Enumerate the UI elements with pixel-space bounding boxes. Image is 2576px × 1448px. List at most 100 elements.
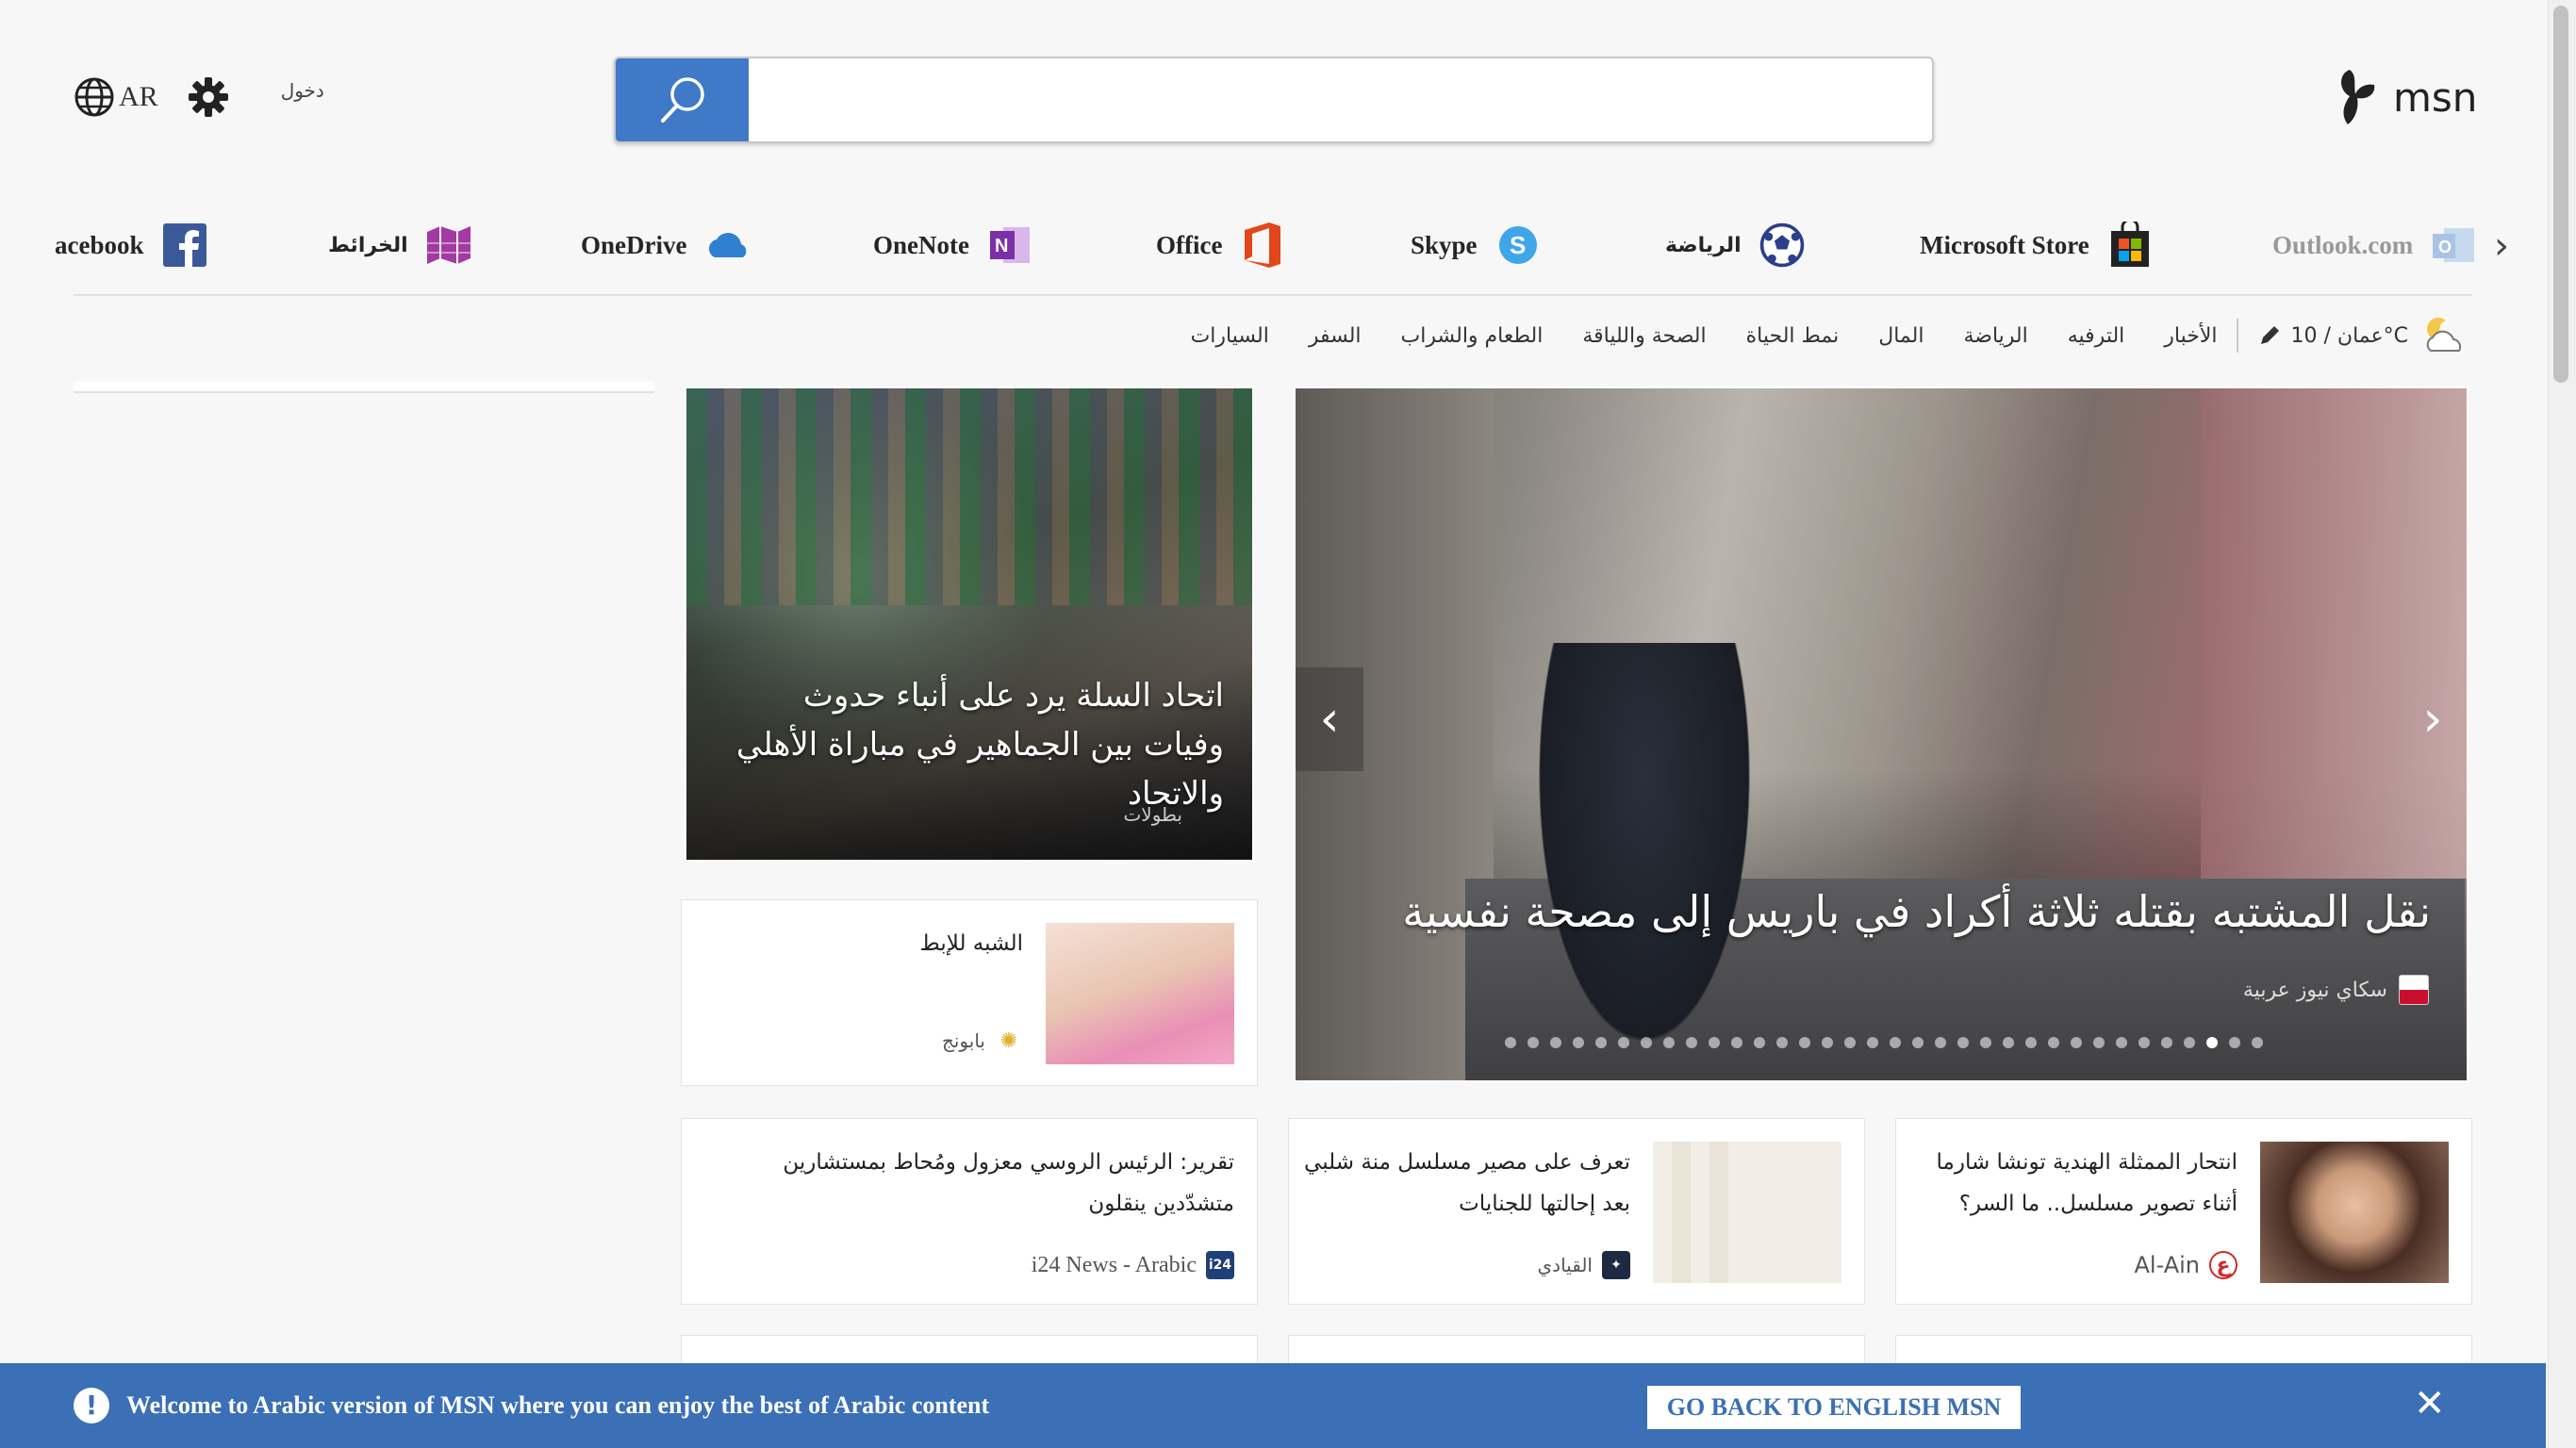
feature-card-basketball[interactable]: اتحاد السلة يرد على أنباء حدوث وفيات بين… <box>685 387 1254 862</box>
carousel-dot[interactable] <box>1844 1037 1856 1048</box>
nav-item-health[interactable]: الصحة واللياقة <box>1582 324 1706 348</box>
go-back-english-button[interactable]: GO BACK TO ENGLISH MSN <box>1647 1386 2021 1429</box>
alqiyadi-logo-icon: ✦ <box>1602 1251 1630 1279</box>
app-store-label: Microsoft Store <box>1920 230 2089 259</box>
carousel-dot[interactable] <box>2138 1037 2150 1048</box>
babonej-logo-icon: ✺ <box>995 1027 1023 1055</box>
weather-text: عمان / 10°C <box>2290 323 2408 348</box>
nav-item-lifestyle[interactable]: نمط الحياة <box>1746 324 1840 348</box>
carousel-next-button[interactable]: › <box>2399 667 2467 771</box>
nav-item-news[interactable]: الأخبار <box>2164 324 2217 348</box>
card-title[interactable]: تقرير: الرئيس الروسي معزول ومُحاط بمستشا… <box>704 1142 1234 1225</box>
carousel-dot[interactable] <box>2161 1037 2172 1048</box>
app-office[interactable]: Office <box>1156 212 1286 278</box>
carousel-dots <box>1505 1037 2263 1048</box>
carousel-dot[interactable] <box>2229 1037 2240 1048</box>
carousel-dot[interactable] <box>1890 1037 1901 1048</box>
carousel-dot[interactable] <box>1822 1037 1833 1048</box>
carousel-dot[interactable] <box>2071 1037 2082 1048</box>
carousel-dot[interactable] <box>1912 1037 1924 1048</box>
carousel-dot[interactable] <box>2252 1037 2263 1048</box>
carousel-dot[interactable] <box>1618 1037 1629 1048</box>
carousel-dot[interactable] <box>2184 1037 2195 1048</box>
carousel-dot[interactable] <box>1505 1037 1516 1048</box>
carousel-dot[interactable] <box>1663 1037 1675 1048</box>
carousel-dot[interactable] <box>1573 1037 1584 1048</box>
sidebar-placeholder <box>74 382 654 393</box>
carousel-dot[interactable] <box>1686 1037 1697 1048</box>
category-nav: عمان / 10°C الأخبار الترفيه الرياضة الما… <box>1151 317 2472 354</box>
carousel-dot[interactable] <box>1776 1037 1788 1048</box>
app-outlook[interactable]: Outlook.com O <box>2272 212 2477 278</box>
carousel-dot[interactable] <box>1527 1037 1539 1048</box>
card-source: ✺ بابونج <box>942 1027 1023 1055</box>
carousel-dot[interactable] <box>1709 1037 1720 1048</box>
news-card-russia[interactable]: تقرير: الرئيس الروسي معزول ومُحاط بمستشا… <box>681 1118 1258 1305</box>
search-input[interactable] <box>759 58 1917 141</box>
carousel-dot[interactable] <box>2003 1037 2014 1048</box>
signin-link[interactable]: دخول <box>281 79 324 102</box>
feature-source: بطولات <box>1123 803 1182 826</box>
news-card-mona[interactable]: تعرف على مصير مسلسل منة شلبي بعد إحالتها… <box>1288 1118 1865 1305</box>
carousel-dot[interactable] <box>2206 1037 2218 1048</box>
carousel-dot[interactable] <box>1754 1037 1765 1048</box>
app-facebook-label: acebook <box>55 230 144 259</box>
app-office-label: Office <box>1156 230 1223 259</box>
weather-widget[interactable]: عمان / 10°C <box>2257 317 2472 354</box>
scrollbar-thumb[interactable] <box>2553 6 2568 383</box>
nav-item-travel[interactable]: السفر <box>1309 324 1362 348</box>
card-title[interactable]: تعرف على مصير مسلسل منة شلبي بعد إحالتها… <box>1291 1142 1630 1225</box>
carousel-prev-button[interactable]: ‹ <box>1296 667 1363 771</box>
news-card-actress[interactable]: انتحار الممثلة الهندية تونشا شارما أثناء… <box>1895 1118 2472 1305</box>
carousel-dot[interactable] <box>2093 1037 2105 1048</box>
carousel-dot[interactable] <box>2116 1037 2127 1048</box>
carousel-dot[interactable] <box>1957 1037 1969 1048</box>
nav-item-money[interactable]: المال <box>1878 324 1924 348</box>
app-sports[interactable]: الرياضة <box>1665 212 1806 278</box>
card-source-label: Al-Ain <box>2134 1252 2200 1278</box>
news-card-armpit[interactable]: الشبه للإبط ✺ بابونج <box>681 899 1258 1086</box>
app-onenote[interactable]: OneNote N <box>873 212 1033 278</box>
sky-news-logo-icon <box>2399 975 2429 1005</box>
outlook-icon: O <box>2430 222 2477 269</box>
carousel-dot[interactable] <box>1799 1037 1810 1048</box>
feature-title[interactable]: اتحاد السلة يرد على أنباء حدوث وفيات بين… <box>715 671 1224 818</box>
card-title[interactable]: انتحار الممثلة الهندية تونشا شارما أثناء… <box>1917 1142 2237 1225</box>
search-button[interactable] <box>616 58 749 141</box>
info-icon: ! <box>74 1388 109 1423</box>
app-maps[interactable]: الخرائط <box>328 212 472 278</box>
hero-title[interactable]: نقل المشتبه بقتله ثلاثة أكراد في باريس إ… <box>1402 886 2431 937</box>
carousel-dot[interactable] <box>1935 1037 1946 1048</box>
apps-next-arrow[interactable]: › <box>2494 224 2509 268</box>
nav-item-autos[interactable]: السيارات <box>1191 324 1269 348</box>
carousel-dot[interactable] <box>1980 1037 1991 1048</box>
search-box <box>614 57 1934 143</box>
carousel-dot[interactable] <box>1641 1037 1652 1048</box>
language-selector[interactable]: AR <box>74 76 158 118</box>
gear-icon[interactable] <box>187 75 230 119</box>
app-facebook[interactable]: acebook <box>55 212 208 278</box>
al-ain-logo-icon: ع <box>2209 1251 2237 1279</box>
close-icon[interactable]: ✕ <box>2414 1382 2446 1425</box>
header-tools: AR دخول <box>74 75 324 119</box>
app-microsoft-store[interactable]: Microsoft Store <box>1920 212 2154 278</box>
hero-carousel[interactable]: نقل المشتبه بقتله ثلاثة أكراد في باريس إ… <box>1294 387 2469 1082</box>
card-source-label: بابونج <box>941 1029 985 1052</box>
app-skype[interactable]: Skype S <box>1411 212 1542 278</box>
carousel-dot[interactable] <box>1867 1037 1878 1048</box>
carousel-dot[interactable] <box>1731 1037 1742 1048</box>
msn-logo[interactable]: msn <box>2331 66 2477 128</box>
language-label: AR <box>119 81 158 112</box>
edit-pencil-icon[interactable] <box>2257 323 2282 348</box>
store-icon <box>2106 222 2154 269</box>
app-onedrive[interactable]: OneDrive <box>581 212 751 278</box>
carousel-dot[interactable] <box>2048 1037 2059 1048</box>
card-title[interactable]: الشبه للإبط <box>920 923 1023 964</box>
nav-item-entertainment[interactable]: الترفيه <box>2068 324 2125 348</box>
welcome-banner: ! Welcome to Arabic version of MSN where… <box>0 1363 2546 1448</box>
nav-item-sports[interactable]: الرياضة <box>1963 324 2027 348</box>
carousel-dot[interactable] <box>1595 1037 1607 1048</box>
carousel-dot[interactable] <box>1550 1037 1561 1048</box>
nav-item-food[interactable]: الطعام والشراب <box>1401 324 1544 348</box>
carousel-dot[interactable] <box>2025 1037 2037 1048</box>
